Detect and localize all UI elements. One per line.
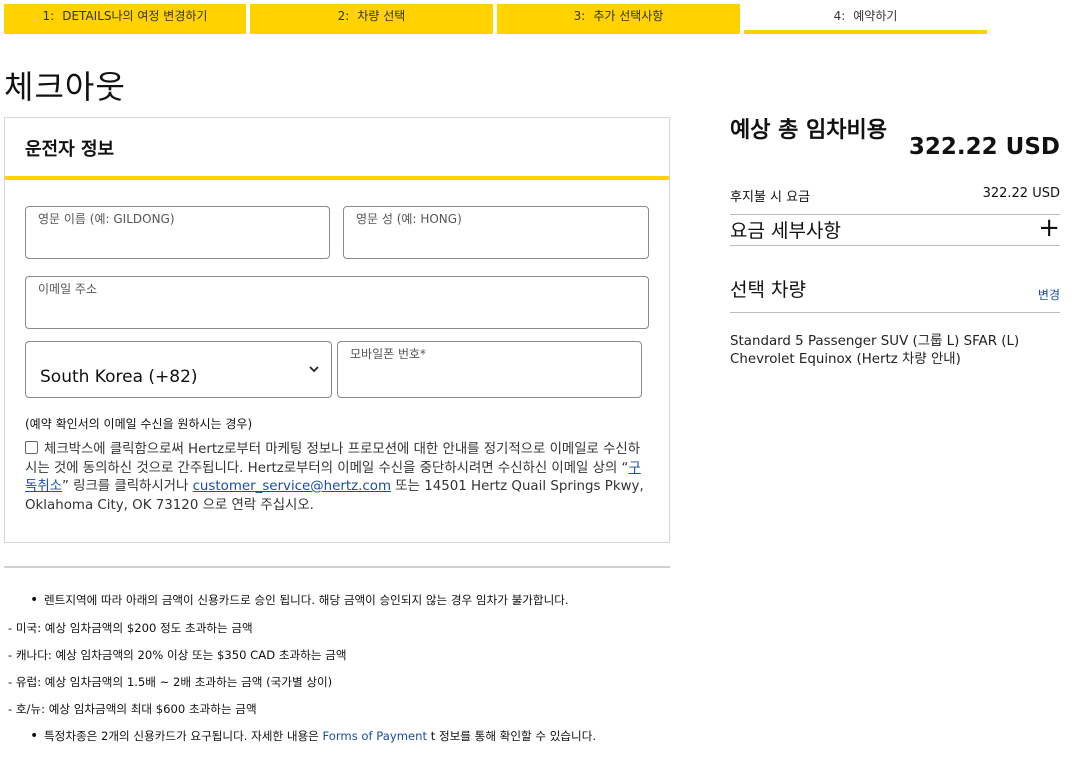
- first-name-field[interactable]: 영문 이름 (예: GILDONG): [25, 206, 330, 259]
- page-title: 체크아웃: [4, 68, 126, 106]
- first-name-label: 영문 이름 (예: GILDONG): [38, 212, 175, 226]
- marketing-consent-checkbox[interactable]: [25, 441, 38, 454]
- driver-info-heading: 운전자 정보: [5, 118, 669, 180]
- email-confirmation-note: (예약 확인서의 이메일 수신을 원하시는 경우): [25, 417, 253, 431]
- step-label: 예약하기: [853, 9, 898, 23]
- note-text: 특정차종은 2개의 신용카드가 요구됩니다. 자세한 내용은: [44, 729, 323, 743]
- rate-details-accordion[interactable]: 요금 세부사항 +: [730, 213, 1060, 246]
- pay-later-label: 후지불 시 요금: [730, 190, 811, 205]
- consent-text: 체크박스에 클릭함으로써 Hertz로부터 마케팅 정보나 프로모션에 대한 안…: [25, 442, 641, 476]
- mobile-input[interactable]: [350, 371, 631, 391]
- note-region-line: - 호/뉴: 예상 임차금액의 최대 $600 초과하는 금액: [8, 702, 257, 716]
- progress-steps: 1: DETAILS나의 여정 변경하기 2: 차량 선택 3: 추가 선택사항 4:…: [4, 4, 988, 34]
- mobile-field[interactable]: 모바일폰 번호*: [337, 341, 642, 398]
- payment-notes: 렌트지역에 따라 아래의 금액이 신용카드로 승인 됩니다. 해당 금액이 승인…: [8, 590, 668, 746]
- country-code-select[interactable]: South Korea (+82): [25, 341, 332, 398]
- pay-later-amount: 322.22 USD: [982, 186, 1060, 201]
- note-text: 렌트지역에 따라 아래의 금액이 신용카드로 승인 됩니다. 해당 금액이 승인…: [44, 593, 569, 607]
- estimated-total-amount: 322.22 USD: [908, 134, 1060, 160]
- step-label: DETAILS나의 여정 변경하기: [62, 9, 208, 23]
- section-divider: [4, 566, 670, 568]
- note-text-end: t 정보를 통해 확인할 수 있습니다.: [427, 729, 597, 743]
- step-number: 4:: [833, 9, 846, 23]
- step-details[interactable]: 1: DETAILS나의 여정 변경하기: [4, 4, 246, 34]
- selected-vehicle-section: 선택 차량 변경: [730, 246, 1060, 313]
- selected-vehicle-heading: 선택 차량: [730, 279, 806, 301]
- last-name-input[interactable]: [356, 232, 638, 252]
- pay-later-row: 후지불 시 요금 322.22 USD: [730, 186, 1060, 214]
- forms-of-payment-link[interactable]: Forms of Payment: [323, 729, 428, 743]
- step-label: 차량 선택: [357, 9, 406, 23]
- change-vehicle-link[interactable]: 변경: [1038, 286, 1060, 303]
- note-bullet: 렌트지역에 따라 아래의 금액이 신용카드로 승인 됩니다. 해당 금액이 승인…: [8, 590, 668, 610]
- plus-icon[interactable]: +: [1038, 213, 1060, 243]
- note-region-line: - 캐나다: 예상 임차금액의 20% 이상 또는 $350 CAD 초과하는 …: [8, 648, 347, 662]
- email-input[interactable]: [38, 302, 638, 322]
- price-summary: 예상 총 임차비용 322.22 USD 후지불 시 요금 322.22 USD…: [730, 114, 1060, 369]
- step-vehicle[interactable]: 2: 차량 선택: [250, 4, 493, 34]
- first-name-input[interactable]: [38, 232, 319, 252]
- vehicle-description: Standard 5 Passenger SUV (그룹 L) SFAR (L)…: [730, 334, 1020, 367]
- email-field[interactable]: 이메일 주소: [25, 276, 649, 329]
- step-label: 추가 선택사항: [593, 9, 664, 23]
- estimated-total-label: 예상 총 임차비용: [730, 118, 887, 143]
- mobile-label: 모바일폰 번호*: [350, 347, 427, 361]
- step-reserve: 4: 예약하기: [744, 4, 987, 34]
- driver-info-card: 운전자 정보 영문 이름 (예: GILDONG) 영문 성 (예: HONG)…: [4, 117, 670, 543]
- chevron-down-icon: [309, 362, 319, 376]
- step-number: 3:: [573, 9, 586, 23]
- step-number: 1:: [42, 9, 55, 23]
- step-number: 2:: [337, 9, 350, 23]
- last-name-label: 영문 성 (예: HONG): [356, 212, 462, 226]
- last-name-field[interactable]: 영문 성 (예: HONG): [343, 206, 649, 259]
- step-extras[interactable]: 3: 추가 선택사항: [497, 4, 740, 34]
- rate-details-label: 요금 세부사항: [730, 220, 841, 242]
- consent-text-middle: ” 링크를 클릭하시거나: [61, 479, 193, 494]
- marketing-consent: 체크박스에 클릭함으로써 Hertz로부터 마케팅 정보나 프로모션에 대한 안…: [25, 441, 649, 515]
- email-label: 이메일 주소: [38, 282, 98, 296]
- note-bullet: 특정차종은 2개의 신용카드가 요구됩니다. 자세한 내용은 Forms of …: [8, 726, 668, 746]
- customer-service-email-link[interactable]: customer_service@hertz.com: [193, 479, 391, 494]
- note-region-line: - 미국: 예상 임차금액의 $200 정도 초과하는 금액: [8, 621, 253, 635]
- estimated-total-row: 예상 총 임차비용 322.22 USD: [730, 114, 1060, 180]
- note-region-line: - 유럽: 예상 임차금액의 1.5배 ~ 2배 초과하는 금액 (국가별 상이…: [8, 675, 333, 689]
- country-code-value: South Korea (+82): [40, 367, 198, 387]
